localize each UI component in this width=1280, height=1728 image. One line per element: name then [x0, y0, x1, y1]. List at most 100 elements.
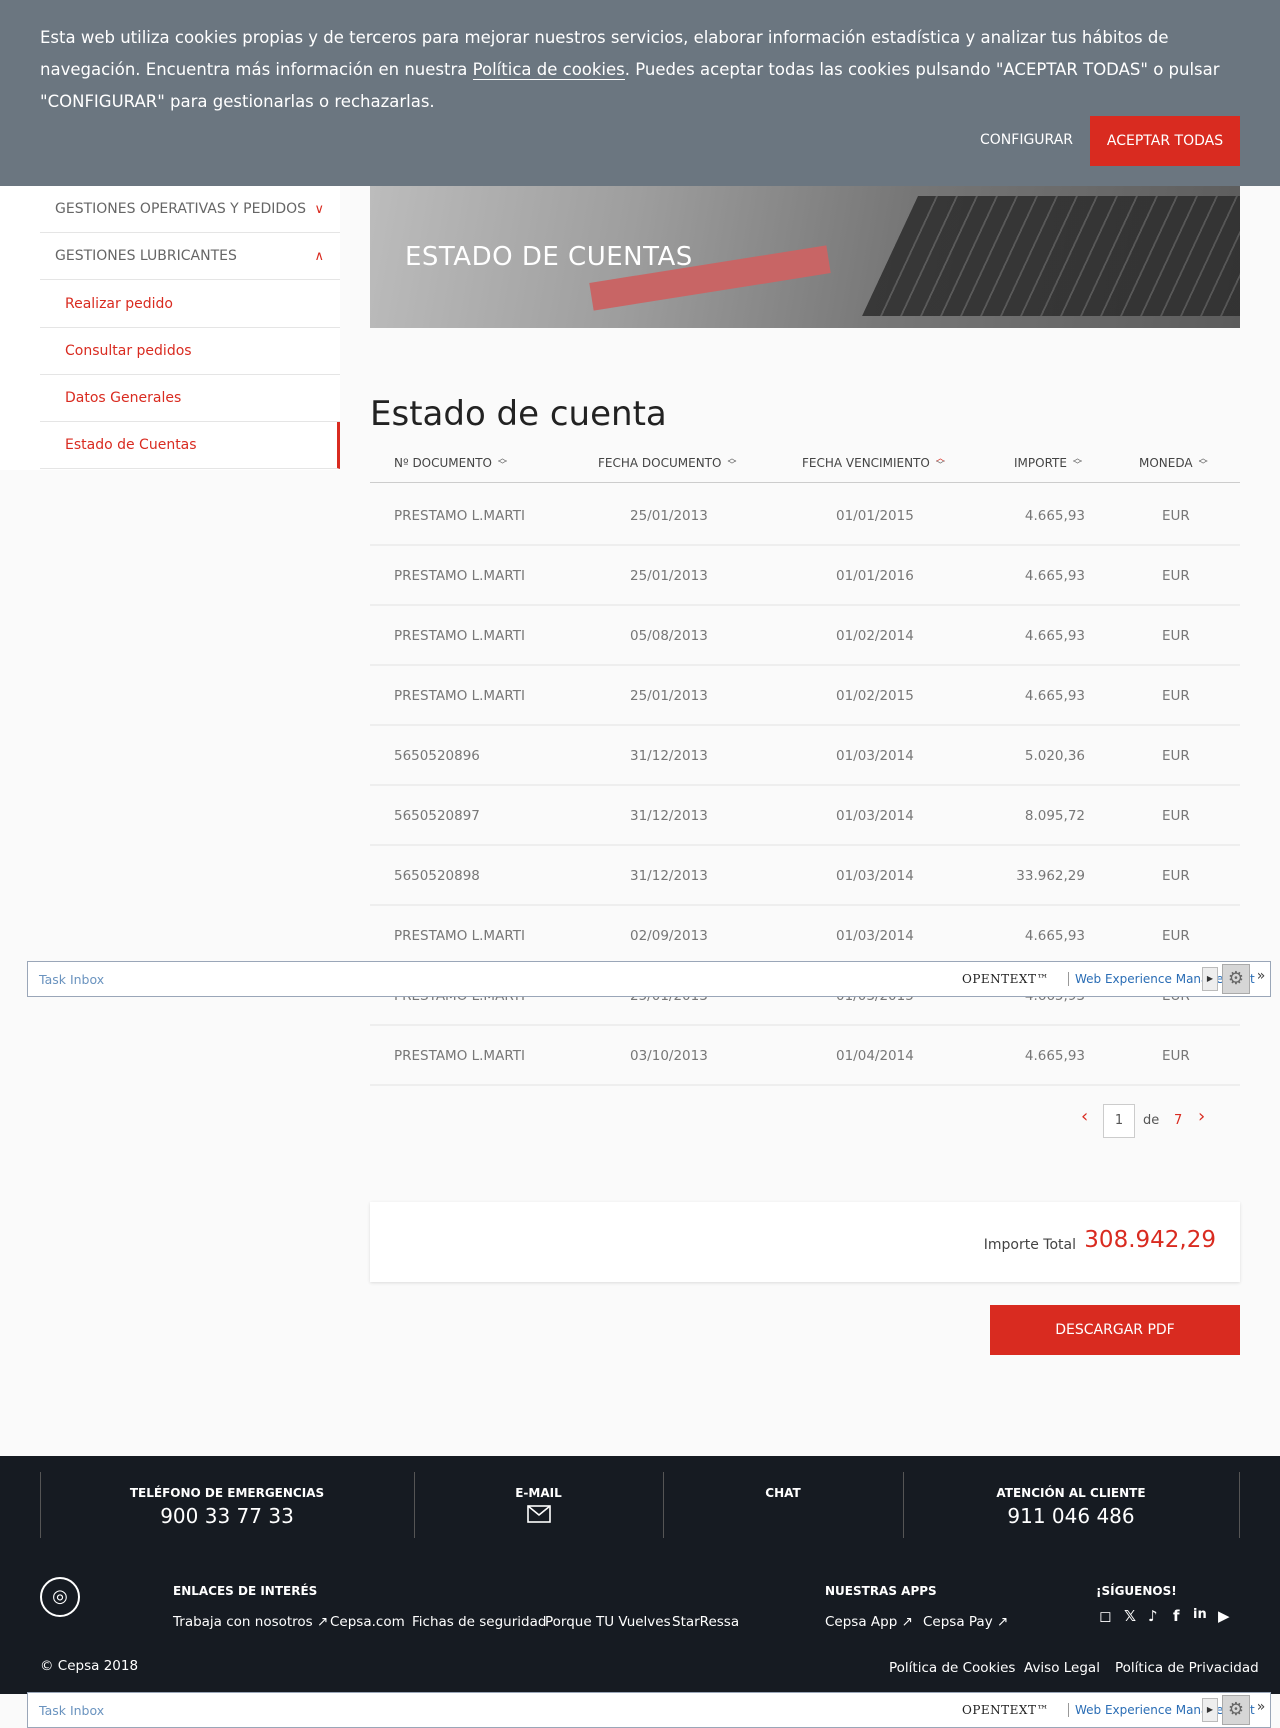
link-porque-tu-vuelves[interactable]: Porque TU Vuelves [545, 1614, 671, 1630]
footer-email[interactable]: E-MAIL [414, 1472, 663, 1538]
cell-documento: PRESTAMO L.MARTI [394, 568, 525, 584]
play-icon[interactable]: ▶ [1202, 1698, 1218, 1722]
link-trabaja[interactable]: Trabaja con nosotros ↗ [173, 1614, 328, 1630]
cell-fecha-vencimiento: 01/02/2015 [836, 688, 914, 704]
sidebar-item-realizar-pedido[interactable]: Realizar pedido [40, 281, 340, 328]
column-header-moneda[interactable]: MONEDA ︿ ﹀ [1139, 454, 1208, 471]
table-row: 5650520896 31/12/2013 01/03/2014 5.020,36 EU… [370, 726, 1240, 786]
apps-title: NUESTRAS APPS [825, 1584, 937, 1598]
cell-importe: 4.665,93 [1024, 688, 1085, 704]
follow-title: ¡SÍGUENOS! [1096, 1584, 1177, 1598]
cell-importe: 4.665,93 [1024, 1048, 1085, 1064]
cell-fecha-vencimiento: 01/01/2016 [836, 568, 914, 584]
sidebar: GESTIONES OPERATIVAS Y PEDIDOS ∨ GESTION… [0, 186, 340, 470]
task-inbox-link[interactable]: Task Inbox [39, 972, 104, 987]
cell-fecha-vencimiento: 01/03/2014 [836, 748, 914, 764]
tiktok-icon[interactable]: ♪ [1148, 1607, 1158, 1625]
link-politica-privacidad[interactable]: Política de Privacidad [1115, 1660, 1259, 1676]
chevron-right-icon[interactable]: › [1198, 1106, 1205, 1127]
sidebar-section-lubricantes[interactable]: GESTIONES LUBRICANTES ∧ [40, 233, 340, 280]
banner-title: ESTADO DE CUENTAS [405, 242, 693, 272]
column-label: FECHA DOCUMENTO [598, 456, 722, 470]
sidebar-item-datos-generales[interactable]: Datos Generales [40, 375, 340, 422]
cell-documento: PRESTAMO L.MARTI [394, 1048, 525, 1064]
column-header-importe[interactable]: IMPORTE ︿ ﹀ [1014, 455, 1082, 471]
link-fichas[interactable]: Fichas de seguridad [412, 1614, 546, 1630]
gear-icon[interactable]: ⚙ [1222, 1695, 1250, 1725]
cell-moneda: EUR [1162, 688, 1190, 704]
cell-fecha-documento: 25/01/2013 [630, 688, 708, 704]
gear-icon[interactable]: ⚙ [1222, 964, 1250, 994]
cookie-policy-link[interactable]: Política de cookies [472, 60, 625, 80]
cell-importe: 4.665,93 [1024, 628, 1085, 644]
accept-all-button[interactable]: ACEPTAR TODAS [1090, 116, 1240, 166]
total-box: Importe Total 308.942,29 [370, 1202, 1240, 1282]
cell-fecha-vencimiento: 01/03/2014 [836, 928, 914, 944]
link-starressa[interactable]: StarRessa [672, 1614, 739, 1630]
download-pdf-button[interactable]: DESCARGAR PDF [990, 1305, 1240, 1355]
external-link-icon: ↗ [317, 1614, 329, 1630]
cell-documento: PRESTAMO L.MARTI [394, 928, 525, 944]
linkedin-icon[interactable]: in [1193, 1607, 1207, 1622]
cell-importe: 4.665,93 [1024, 508, 1085, 524]
page-input[interactable]: 1 [1103, 1104, 1135, 1138]
cell-fecha-vencimiento: 01/04/2014 [836, 1048, 914, 1064]
cell-documento: PRESTAMO L.MARTI [394, 508, 525, 524]
column-header-documento[interactable]: Nº DOCUMENTO ︿ ﹀ [394, 455, 507, 471]
footer-chat[interactable]: CHAT [663, 1472, 903, 1538]
cell-fecha-documento: 02/09/2013 [630, 928, 708, 944]
sort-icon: ︿ ﹀ [1198, 454, 1208, 471]
contact-value: 911 046 486 [1007, 1504, 1135, 1528]
expand-icon[interactable]: » [1252, 1699, 1270, 1723]
sidebar-item-consultar-pedidos[interactable]: Consultar pedidos [40, 328, 340, 375]
cell-fecha-vencimiento: 01/03/2014 [836, 808, 914, 824]
opentext-logo: OPENTEXT™ [962, 972, 1049, 986]
cell-fecha-documento: 31/12/2013 [630, 868, 708, 884]
column-header-fecha-documento[interactable]: FECHA DOCUMENTO ︿ ﹀ [598, 454, 737, 471]
footer-customer-service[interactable]: ATENCIÓN AL CLIENTE 911 046 486 [903, 1472, 1239, 1538]
total-value: 308.942,29 [1084, 1227, 1216, 1253]
chevron-left-icon[interactable]: ‹ [1081, 1106, 1088, 1127]
cell-fecha-documento: 25/01/2013 [630, 508, 708, 524]
contact-title: ATENCIÓN AL CLIENTE [996, 1486, 1146, 1500]
sidebar-item-estado-cuentas[interactable]: Estado de Cuentas [40, 422, 340, 469]
contact-title: CHAT [765, 1486, 801, 1500]
link-cepsa-com[interactable]: Cepsa.com [330, 1614, 405, 1630]
table-row: 5650520898 31/12/2013 01/03/2014 33.962,29 E… [370, 846, 1240, 906]
link-aviso-legal[interactable]: Aviso Legal [1024, 1660, 1100, 1676]
youtube-icon[interactable]: ▶ [1218, 1607, 1230, 1625]
link-cepsa-pay[interactable]: Cepsa Pay ↗ [923, 1614, 1008, 1630]
envelope-icon [414, 1504, 663, 1528]
instagram-icon[interactable]: ◻ [1099, 1607, 1111, 1625]
cell-fecha-documento: 05/08/2013 [630, 628, 708, 644]
cell-moneda: EUR [1162, 508, 1190, 524]
task-inbox-bar-bottom: Task Inbox OPENTEXT™ Web Experience Mana… [27, 1692, 1271, 1728]
cell-importe: 4.665,93 [1024, 568, 1085, 584]
facebook-icon[interactable]: f [1173, 1607, 1180, 1625]
cell-fecha-documento: 03/10/2013 [630, 1048, 708, 1064]
footer-emergency-phone[interactable]: TELÉFONO DE EMERGENCIAS 900 33 77 33 [40, 1472, 414, 1538]
pager-total[interactable]: 7 [1174, 1113, 1182, 1128]
contact-title: TELÉFONO DE EMERGENCIAS [129, 1486, 325, 1500]
x-icon[interactable]: 𝕏 [1124, 1607, 1136, 1625]
column-label: MONEDA [1139, 456, 1193, 470]
column-label: Nº DOCUMENTO [394, 456, 492, 470]
link-politica-cookies[interactable]: Política de Cookies [889, 1660, 1015, 1676]
task-inbox-link[interactable]: Task Inbox [39, 1703, 104, 1718]
table-row: PRESTAMO L.MARTI 25/01/2013 01/01/2015 4.66… [370, 486, 1240, 546]
footer: TELÉFONO DE EMERGENCIAS 900 33 77 33 E-M… [0, 1456, 1280, 1694]
sort-icon: ︿ ﹀ [727, 454, 737, 471]
link-cepsa-app[interactable]: Cepsa App ↗ [825, 1614, 913, 1630]
column-header-fecha-vencimiento[interactable]: FECHA VENCIMIENTO ︿ ﹀ [802, 455, 945, 471]
table-row: PRESTAMO L.MARTI 02/09/2013 01/03/2014 4.66… [370, 906, 1240, 966]
copyright: © Cepsa 2018 [40, 1658, 139, 1674]
footer-divider [1239, 1472, 1240, 1538]
configure-button[interactable]: CONFIGURAR [980, 132, 1073, 148]
cell-moneda: EUR [1162, 748, 1190, 764]
expand-icon[interactable]: » [1252, 968, 1270, 992]
play-icon[interactable]: ▶ [1202, 967, 1218, 991]
cell-documento: 5650520897 [394, 808, 480, 824]
sidebar-section-operativas[interactable]: GESTIONES OPERATIVAS Y PEDIDOS ∨ [40, 186, 340, 233]
cell-moneda: EUR [1162, 568, 1190, 584]
link-label: Trabaja con nosotros [173, 1614, 313, 1630]
